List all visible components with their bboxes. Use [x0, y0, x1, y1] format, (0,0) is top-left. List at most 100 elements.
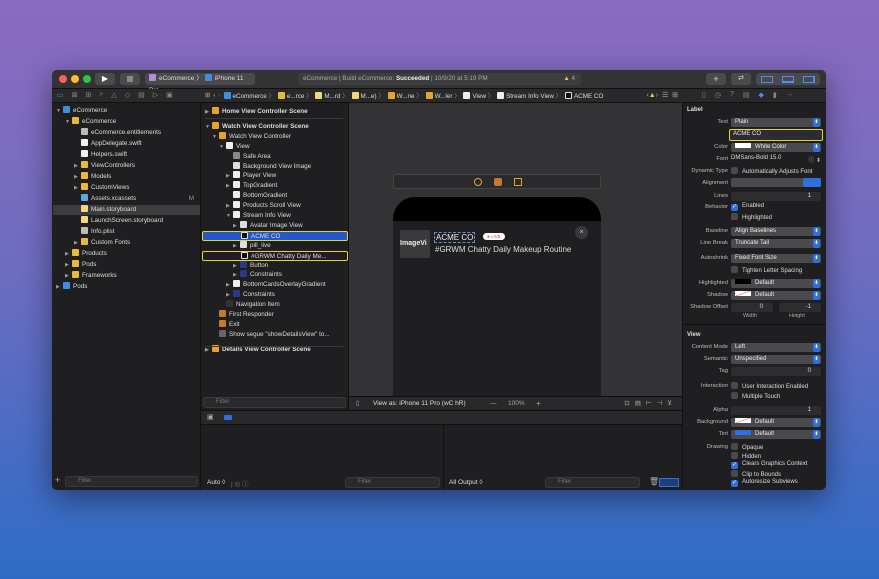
natural-alignment-icon[interactable]: [803, 178, 821, 187]
disclosure-triangle-icon[interactable]: ▶: [226, 201, 233, 211]
warning-icon[interactable]: ▲: [649, 92, 656, 99]
shadow-width-stepper[interactable]: 0: [731, 303, 773, 312]
navigator-item[interactable]: ▶ Models: [53, 172, 200, 182]
tint-select[interactable]: Default: [731, 430, 821, 439]
embed-icon[interactable]: ▤: [635, 400, 646, 407]
avatar-image-view[interactable]: ImageVi: [400, 230, 430, 258]
disclosure-triangle-icon[interactable]: ▶: [74, 183, 81, 193]
breadcrumb-item[interactable]: ACME CO: [564, 91, 603, 100]
alpha-stepper[interactable]: 1: [731, 406, 821, 415]
outline-item[interactable]: BottomGradient: [202, 191, 348, 201]
breadcrumb-item[interactable]: e...rce 〉: [277, 91, 312, 100]
grid-icon[interactable]: ⊞: [205, 92, 210, 99]
outline-item[interactable]: ▶ Button: [202, 260, 348, 271]
outline-item[interactable]: ▼ View: [202, 141, 348, 152]
add-icon[interactable]: +: [55, 475, 60, 485]
outline-item[interactable]: ▼ Watch View Controller: [202, 131, 348, 142]
breakpoint-icon[interactable]: ▷: [153, 91, 158, 99]
folder-icon[interactable]: ▭: [57, 91, 64, 99]
shadow-height-stepper[interactable]: -1: [779, 303, 821, 312]
code-review-button[interactable]: ⇄: [731, 73, 751, 85]
outline-item[interactable]: #GRWM Chatty Daily Me...: [202, 250, 348, 261]
enabled-checkbox[interactable]: ✓ Enabled: [731, 203, 764, 211]
pin-icon[interactable]: ⊣: [657, 400, 668, 407]
tighten-spacing-checkbox[interactable]: Tighten Letter Spacing: [731, 266, 802, 274]
navigator-item[interactable]: ▼ eCommerce: [53, 106, 200, 116]
navigator-item[interactable]: ▶ Custom Fonts: [53, 238, 200, 248]
history-icon[interactable]: ◷: [715, 91, 721, 99]
disclosure-triangle-icon[interactable]: ▶: [233, 221, 240, 231]
breadcrumb-item[interactable]: W...ler 〉: [425, 91, 460, 100]
disclosure-triangle-icon[interactable]: ▶: [226, 171, 233, 181]
navigator-item[interactable]: ▶ Pods: [53, 260, 200, 270]
outline-item[interactable]: ▶ TopGradient: [202, 181, 348, 191]
minimize-button[interactable]: [71, 75, 79, 83]
navigator-item[interactable]: Assets.xcassets M: [53, 194, 200, 204]
library-button[interactable]: +: [706, 73, 726, 85]
disclosure-triangle-icon[interactable]: ▶: [233, 261, 240, 271]
outline-item[interactable]: ▶ Home View Controller Scene: [202, 107, 348, 117]
disclosure-triangle-icon[interactable]: ▼: [212, 132, 219, 142]
disclosure-triangle-icon[interactable]: ▶: [233, 241, 240, 251]
editor-options-icon[interactable]: ☰: [662, 92, 668, 99]
auto-adjust-font-checkbox[interactable]: Automatically Adjusts Font: [731, 167, 812, 175]
outline-item[interactable]: Safe Area: [202, 151, 348, 162]
stop-button[interactable]: [120, 73, 140, 85]
breadcrumb-item[interactable]: eCommerce 〉: [223, 91, 275, 100]
autoresize-checkbox[interactable]: ✓ Autoresize Subviews: [731, 479, 798, 487]
outline-item[interactable]: Exit: [202, 319, 348, 330]
disclosure-triangle-icon[interactable]: ▼: [219, 142, 226, 152]
breadcrumb-item[interactable]: W...ne 〉: [387, 91, 423, 100]
tag-stepper[interactable]: 0: [731, 367, 821, 376]
exit-icon[interactable]: [514, 178, 522, 186]
close-button[interactable]: [59, 75, 67, 83]
zoom-button[interactable]: [83, 75, 91, 83]
acme-label[interactable]: ACME CO: [434, 232, 476, 243]
disclosure-triangle-icon[interactable]: ▶: [226, 181, 233, 191]
live-pill[interactable]: ● LIVE: [483, 233, 505, 240]
storyboard-canvas[interactable]: ImageVi ACME CO ● LIVE #GRWM Chatty Dail…: [349, 103, 682, 410]
warning-icon[interactable]: △: [111, 91, 116, 99]
navigator-filter-input[interactable]: Filter: [65, 476, 198, 487]
variables-info-icons[interactable]: | ◎ ⓘ: [231, 478, 248, 488]
outline-item[interactable]: ▶ Products Scroll View: [202, 201, 348, 211]
inspector-toggle-icon[interactable]: [803, 76, 815, 83]
console-layout-toggle[interactable]: [659, 478, 679, 487]
close-stream-button[interactable]: ×: [575, 226, 588, 239]
source-control-icon[interactable]: ⊠: [72, 91, 78, 99]
add-editor-icon[interactable]: ⊞: [672, 92, 678, 99]
variables-scope-select[interactable]: Auto ◊: [207, 479, 225, 486]
outline-toggle-icon[interactable]: ▯: [356, 397, 360, 410]
zoom-out-button[interactable]: —: [490, 397, 497, 410]
outline-item[interactable]: Show segue "showDetailsView" to...: [202, 329, 348, 340]
font-picker-icon[interactable]: ⓣ ⬍: [808, 155, 821, 164]
identity-icon[interactable]: ▤: [743, 91, 750, 99]
navigator-item[interactable]: ▼ eCommerce: [53, 117, 200, 127]
outline-item[interactable]: Background View Image: [202, 161, 348, 172]
shadow-color-select[interactable]: Default: [731, 291, 821, 300]
clears-context-checkbox[interactable]: ✓ Clears Graphics Context: [731, 461, 807, 469]
background-select[interactable]: Default: [731, 418, 821, 427]
disclosure-triangle-icon[interactable]: ▶: [226, 280, 233, 290]
outline-item[interactable]: ▶ Constraints: [202, 270, 348, 280]
navigator-item[interactable]: eCommerce.entitlements: [53, 128, 200, 138]
debug-toggle-icon[interactable]: [782, 76, 794, 83]
forward-icon[interactable]: ›: [218, 92, 220, 99]
console-output-select[interactable]: All Output ◊: [449, 479, 483, 486]
semantic-select[interactable]: Unspecified: [731, 355, 821, 364]
breadcrumb-item[interactable]: View 〉: [463, 91, 494, 100]
autoshrink-select[interactable]: Fixed Font Size: [731, 254, 821, 263]
run-button[interactable]: ▶: [95, 73, 115, 85]
user-interaction-checkbox[interactable]: User Interaction Enabled: [731, 382, 808, 390]
iphone-scene[interactable]: ImageVi ACME CO ● LIVE #GRWM Chatty Dail…: [393, 197, 601, 410]
navigator-item[interactable]: ▶ CustomViews: [53, 183, 200, 193]
disclosure-triangle-icon[interactable]: ▶: [74, 161, 81, 171]
highlighted-checkbox[interactable]: Highlighted: [731, 213, 772, 221]
clip-bounds-checkbox[interactable]: Clip to Bounds: [731, 470, 781, 478]
scheme-selector[interactable]: eCommerce 〉iPhone 11 Pro: [145, 73, 255, 94]
navigator-item[interactable]: Info.plist: [53, 227, 200, 237]
line-break-select[interactable]: Truncate Tail: [731, 239, 821, 248]
zoom-in-button[interactable]: +: [536, 397, 541, 410]
outline-item[interactable]: ▶ Constraints: [202, 290, 348, 300]
outline-item[interactable]: ▶ Player View: [202, 171, 348, 181]
